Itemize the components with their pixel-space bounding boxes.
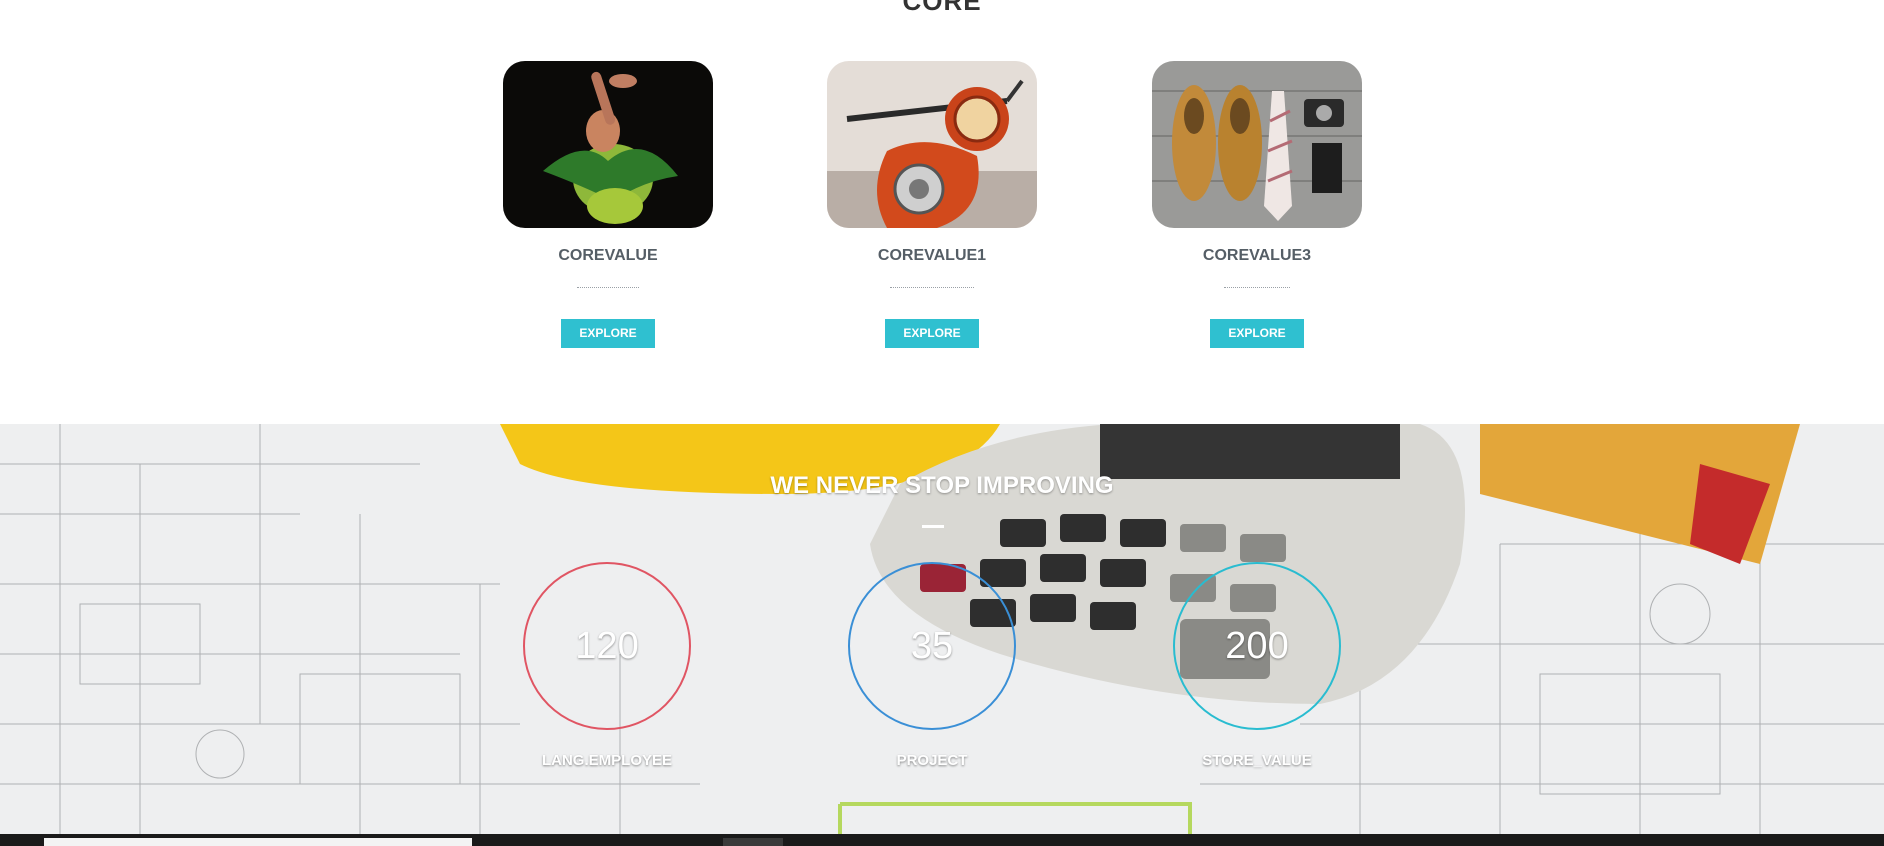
card-title: COREVALUE3 xyxy=(1202,247,1312,264)
explore-button[interactable]: EXPLORE xyxy=(561,319,655,348)
core-card: COREVALUE1 EXPLORE xyxy=(827,61,1037,348)
stats-heading: WE NEVER STOP IMPROVING xyxy=(770,472,1114,499)
heading-underline xyxy=(922,525,944,528)
counter-ring: 120 xyxy=(523,562,691,730)
section-title: CORE xyxy=(902,0,982,16)
card-divider xyxy=(577,287,639,289)
card-divider xyxy=(1224,287,1290,289)
counter-label: STORE_VALUE xyxy=(1202,752,1312,769)
explore-button[interactable]: EXPLORE xyxy=(885,319,979,348)
footer-strip xyxy=(0,834,1884,846)
card-title: COREVALUE xyxy=(558,247,658,264)
counter-project: 35 PROJECT xyxy=(848,562,1016,769)
card-image-dancer[interactable] xyxy=(503,61,713,228)
card-image-scooter[interactable] xyxy=(827,61,1037,228)
core-card: COREVALUE EXPLORE xyxy=(503,61,713,348)
counter-label: LANG.EMPLOYEE xyxy=(541,752,672,769)
counter-employee: 120 LANG.EMPLOYEE xyxy=(523,562,691,769)
footer-panel-dark xyxy=(723,838,783,846)
explore-button[interactable]: EXPLORE xyxy=(1210,319,1304,348)
core-card: COREVALUE3 EXPLORE xyxy=(1152,61,1362,348)
counter-ring: 35 xyxy=(848,562,1016,730)
counter-store-value: 200 STORE_VALUE xyxy=(1173,562,1341,769)
card-image-shoes-tie[interactable] xyxy=(1152,61,1362,228)
stats-section: WE NEVER STOP IMPROVING 120 LANG.EMPLOYE… xyxy=(0,424,1884,834)
card-divider xyxy=(890,287,974,289)
card-title: COREVALUE1 xyxy=(877,247,987,264)
footer-panel-light xyxy=(44,838,472,846)
counter-ring: 200 xyxy=(1173,562,1341,730)
counter-label: PROJECT xyxy=(896,752,968,769)
